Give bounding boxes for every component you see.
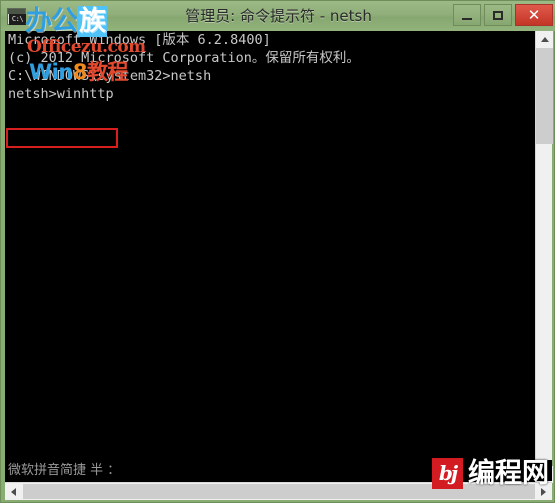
maximize-button[interactable] bbox=[484, 4, 512, 26]
title-bar[interactable]: C:\ 管理员: 命令提示符 - netsh ✕ bbox=[1, 1, 555, 31]
chevron-right-icon bbox=[541, 487, 546, 496]
console-output[interactable]: Microsoft Windows [版本 6.2.8400] (c) 2012… bbox=[5, 31, 535, 456]
highlight-annotation-box bbox=[6, 128, 118, 148]
console-line: Microsoft Windows [版本 6.2.8400] bbox=[8, 32, 271, 48]
window-controls: ✕ bbox=[453, 4, 553, 26]
console-line: C:\WINDOWS\system32>netsh bbox=[8, 68, 212, 84]
horizontal-scrollbar[interactable] bbox=[5, 482, 552, 500]
maximize-icon bbox=[493, 10, 503, 20]
close-button[interactable]: ✕ bbox=[515, 4, 553, 26]
console-line-highlighted: netsh>winhttp bbox=[8, 86, 114, 102]
close-icon: ✕ bbox=[527, 5, 541, 24]
scroll-left-button[interactable] bbox=[5, 483, 22, 500]
console-icon-label: C:\ bbox=[9, 14, 26, 25]
vertical-scrollbar-thumb[interactable] bbox=[536, 48, 553, 144]
vertical-scrollbar[interactable] bbox=[535, 31, 553, 483]
scroll-up-button[interactable] bbox=[536, 31, 553, 48]
chevron-left-icon bbox=[11, 487, 16, 496]
console-icon: C:\ bbox=[7, 8, 26, 25]
minimize-button[interactable] bbox=[453, 4, 481, 26]
command-prompt-window: C:\ 管理员: 命令提示符 - netsh ✕ Microsoft Windo… bbox=[0, 0, 555, 503]
chevron-up-icon bbox=[540, 37, 549, 42]
console-client-area[interactable]: Microsoft Windows [版本 6.2.8400] (c) 2012… bbox=[5, 31, 553, 483]
console-line: (c) 2012 Microsoft Corporation。保留所有权利。 bbox=[8, 50, 360, 66]
scroll-right-button[interactable] bbox=[535, 483, 552, 500]
ime-status-bar: 微软拼音简捷 半 ： bbox=[5, 460, 552, 481]
horizontal-scrollbar-thumb[interactable] bbox=[23, 484, 535, 499]
minimize-icon bbox=[462, 17, 472, 20]
